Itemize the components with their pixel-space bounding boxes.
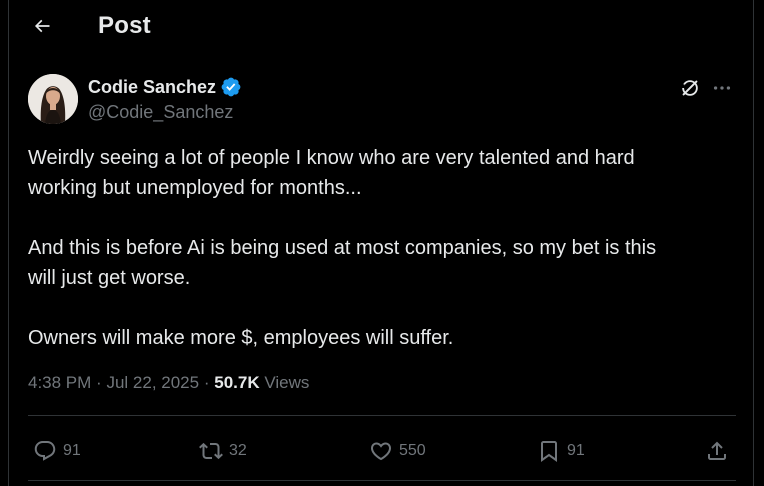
author-name-row: Codie Sanchez [88,76,242,98]
bookmark-count: 91 [567,442,585,459]
post-time: 4:38 PM [28,373,92,392]
back-button[interactable] [27,11,57,41]
grok-icon[interactable] [679,77,701,99]
post-line: will just get worse. [28,267,191,289]
post-timestamp[interactable]: 4:38 PM · Jul 22, 2025 [28,373,199,392]
divider [28,415,736,416]
views-count[interactable]: 50.7K [214,373,259,392]
bookmark-icon [541,441,557,462]
share-button[interactable] [705,439,729,463]
arrow-left-icon [34,19,50,33]
post-line: working but unemployed for months... [28,177,362,199]
action-bar: 91 32 550 91 [9,429,753,473]
post-detail-panel: Post Codie Sanchez @Codie_Sanchez Weirdl… [8,0,754,486]
meta-separator: · [203,373,210,392]
heart-icon [370,442,392,461]
post-metadata: 4:38 PM · Jul 22, 2025 · 50.7K Views [28,373,309,393]
post-line: And this is before Ai is being used at m… [28,237,657,259]
repost-icon [199,442,223,460]
post-text: Weirdly seeing a lot of people I know wh… [28,143,728,353]
divider [28,480,736,481]
reply-button[interactable]: 91 [33,439,81,463]
author-name[interactable]: Codie Sanchez [88,77,216,98]
like-button[interactable]: 550 [369,439,426,463]
author-handle[interactable]: @Codie_Sanchez [88,102,233,123]
reply-icon [34,441,56,461]
avatar-image [28,74,78,124]
meta-separator: · [96,373,102,392]
more-options-icon[interactable] [709,77,735,99]
views-label: Views [264,373,310,392]
repost-count: 32 [229,442,247,459]
reply-count: 91 [63,442,81,459]
repost-button[interactable]: 32 [199,439,247,463]
verified-badge-icon[interactable] [220,76,242,98]
like-count: 550 [399,442,426,459]
post-date: Jul 22, 2025 [106,373,200,392]
avatar[interactable] [28,74,78,124]
page-header: Post [9,0,753,54]
post-line: Owners will make more $, employees will … [28,327,454,349]
post-line: Weirdly seeing a lot of people I know wh… [28,147,635,169]
page-title: Post [98,12,151,39]
bookmark-button[interactable]: 91 [537,439,585,463]
share-icon [708,441,726,460]
